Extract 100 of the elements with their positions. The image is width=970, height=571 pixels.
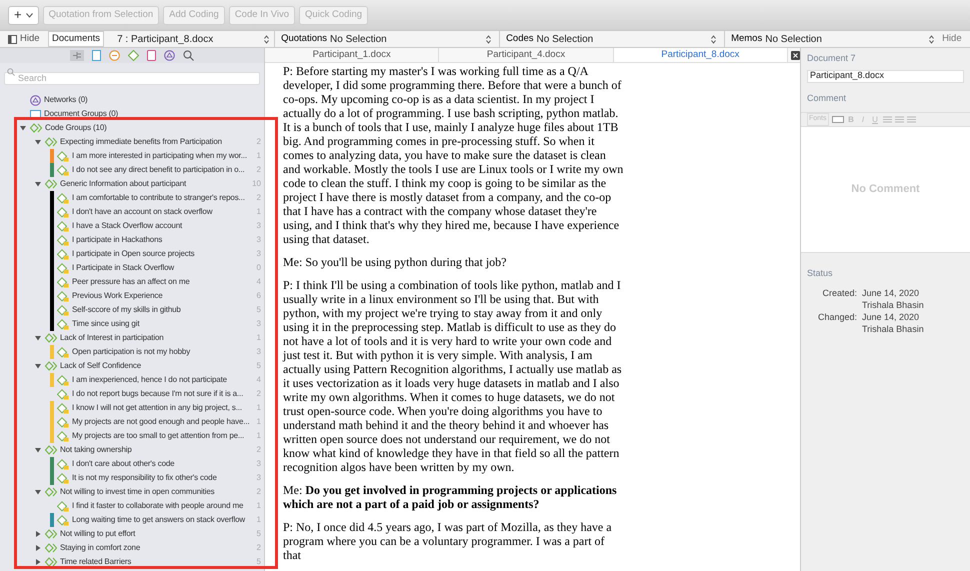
diamond-icon bbox=[57, 248, 69, 260]
tree-item-label[interactable]: I am comfortable to contribute to stranger's repos... bbox=[72, 192, 245, 204]
stepper-icon bbox=[929, 34, 934, 44]
item-count: 5 bbox=[256, 556, 261, 568]
diamond-icon bbox=[57, 304, 69, 316]
tree-item-label[interactable]: Document Groups (0) bbox=[44, 108, 118, 120]
item-count: 5 bbox=[256, 304, 261, 316]
hide-button[interactable]: Hide bbox=[942, 32, 962, 46]
tree-item-label[interactable]: I do not report bugs because I'm not sure if it is a... bbox=[72, 388, 244, 400]
diamond-icon bbox=[57, 514, 69, 526]
document-icon[interactable] bbox=[92, 50, 101, 61]
tree-item-label[interactable]: Generic Information about participant bbox=[60, 178, 186, 190]
collapse-triangle-icon[interactable] bbox=[35, 363, 41, 369]
diamonds-icon bbox=[45, 529, 57, 539]
expand-triangle-icon[interactable] bbox=[35, 531, 41, 537]
status-author: Trishala Bhasin bbox=[862, 322, 925, 334]
comment-label: Comment bbox=[807, 92, 848, 104]
collapse-triangle-icon[interactable] bbox=[20, 125, 26, 131]
tree-item-label[interactable]: It is not my responsibility to fix other's code bbox=[72, 472, 217, 484]
collapse-triangle-icon[interactable] bbox=[35, 489, 41, 495]
item-count: 3 bbox=[256, 220, 261, 232]
diamond-icon bbox=[57, 346, 69, 358]
tree-item-label[interactable]: I am more interested in participating when my wor... bbox=[72, 150, 247, 162]
tree-item-label[interactable]: My projects are too small to get attention from pe... bbox=[72, 430, 244, 442]
document-select[interactable]: 7 : Participant_8.docx bbox=[104, 32, 274, 46]
close-tab-button[interactable] bbox=[791, 50, 800, 60]
document-tab[interactable]: Participant_8.docx bbox=[614, 48, 788, 62]
chevron-down-icon bbox=[26, 12, 33, 18]
tree-item-label[interactable]: I am inexperienced, hence I do not participate bbox=[72, 374, 227, 386]
collapse-triangle-icon[interactable] bbox=[35, 335, 41, 341]
diamond-icon bbox=[57, 430, 69, 442]
diamond-icon bbox=[57, 262, 69, 274]
status-date: June 14, 2020 bbox=[862, 310, 920, 322]
tree-item-label[interactable]: My projects are not good enough and people have... bbox=[72, 416, 250, 428]
tree-item-label[interactable]: Not willing to invest time in open communities bbox=[60, 486, 215, 498]
item-count: 3 bbox=[256, 458, 261, 470]
diamond-icon bbox=[57, 458, 69, 470]
color-swatch[interactable] bbox=[832, 116, 844, 123]
tree-item-label[interactable]: Networks (0) bbox=[44, 94, 88, 106]
status-field-label: Changed: bbox=[816, 310, 857, 322]
codes-select[interactable]: No Selection bbox=[536, 32, 716, 46]
tree-item-label[interactable]: I participate in Hackathons bbox=[72, 234, 162, 246]
tree-item-label[interactable]: I don't have an account on stack overflow bbox=[72, 206, 212, 218]
quotations-select[interactable]: No Selection bbox=[330, 32, 492, 46]
document-tab[interactable]: Participant_1.docx bbox=[265, 48, 440, 62]
memos-select[interactable]: No Selection bbox=[765, 32, 934, 46]
tree-item-label[interactable]: Self-sccore of my skills in github bbox=[72, 304, 181, 316]
collapse-triangle-icon[interactable] bbox=[35, 181, 41, 187]
diamonds-icon bbox=[45, 137, 57, 147]
memo-icon[interactable] bbox=[147, 50, 156, 61]
search-field[interactable]: Search bbox=[4, 72, 260, 86]
tree-item-label[interactable]: I do not see any direct benefit to participation in o... bbox=[72, 164, 245, 176]
transcript-paragraph: P: No, I once did 4.5 years ago, I was part of Mozilla, as they have a program where you can be a voluntary programmer. I was a part of that bbox=[283, 520, 613, 562]
documents-label: Documents bbox=[48, 30, 104, 48]
hide-button[interactable]: Hide bbox=[0, 32, 48, 46]
tree-item-label[interactable]: Previous Work Experience bbox=[72, 290, 163, 302]
tree-item-label[interactable]: Time related Barriers bbox=[60, 556, 132, 568]
add-button[interactable]: + bbox=[8, 6, 39, 24]
sidebar-icon bbox=[8, 34, 17, 44]
tree-item-label[interactable]: Staying in comfort zone bbox=[60, 542, 140, 554]
tree-item-label[interactable]: Code Groups (10) bbox=[45, 122, 107, 134]
tree-item-label[interactable]: Not willing to put effort bbox=[60, 528, 136, 540]
tree-item-label[interactable]: Long waiting time to get answers on stack overflow bbox=[72, 514, 246, 526]
item-count: 5 bbox=[256, 360, 261, 372]
network-icon bbox=[164, 50, 175, 61]
tree-item-label[interactable]: Peer pressure has an affect on me bbox=[72, 276, 190, 288]
tree-item-label[interactable]: Not taking ownership bbox=[60, 444, 132, 456]
diamond-icon bbox=[57, 234, 69, 246]
item-count: 2 bbox=[256, 164, 261, 176]
expand-triangle-icon[interactable] bbox=[35, 559, 41, 565]
diamond-icon bbox=[57, 402, 69, 414]
item-count: 1 bbox=[256, 416, 261, 428]
diamond-icon bbox=[57, 500, 69, 512]
search-icon[interactable] bbox=[183, 50, 194, 61]
tree-item-label[interactable]: I have a Stack Overflow account bbox=[72, 220, 182, 232]
code-icon[interactable] bbox=[128, 50, 139, 61]
item-count: 1 bbox=[256, 514, 261, 526]
tree-item-label[interactable]: Expecting immediate benefits from Participation bbox=[60, 136, 222, 148]
collapse-triangle-icon[interactable] bbox=[35, 447, 41, 453]
tree-item-label[interactable]: Lack of Self Confidence bbox=[60, 360, 142, 372]
stepper-icon bbox=[711, 34, 716, 44]
tree-item-label[interactable]: Open participation is not my hobby bbox=[72, 346, 190, 358]
tree-item-label[interactable]: I participate in Open source projects bbox=[72, 248, 195, 260]
network-icon bbox=[30, 94, 41, 106]
stepper-icon bbox=[486, 34, 492, 44]
transcript-paragraph: Me: Do you get involved in programming projects or applications which are not a part of a paid job or assignments? bbox=[283, 483, 618, 511]
item-count: 4 bbox=[256, 374, 261, 386]
name-field[interactable]: Participant_8.docx bbox=[807, 70, 964, 82]
stepper-icon bbox=[264, 34, 270, 44]
tree-item-label[interactable]: Time since using git bbox=[72, 318, 140, 330]
tree-item-label[interactable]: I don't care about other's code bbox=[72, 458, 174, 470]
item-count: 3 bbox=[256, 234, 261, 246]
tree-item-label[interactable]: I Participate in Stack Overflow bbox=[72, 262, 174, 274]
collapse-triangle-icon[interactable] bbox=[35, 139, 41, 145]
tree-item-label[interactable]: I know I will not get attention in any big project, s... bbox=[72, 402, 242, 414]
tree-item-label[interactable]: Lack of Interest in participation bbox=[60, 332, 164, 344]
tree-item-label[interactable]: I find it faster to collaborate with people around me bbox=[72, 500, 244, 512]
expand-triangle-icon[interactable] bbox=[35, 545, 41, 551]
diamonds-icon bbox=[45, 557, 57, 567]
diamond-icon bbox=[57, 472, 69, 484]
